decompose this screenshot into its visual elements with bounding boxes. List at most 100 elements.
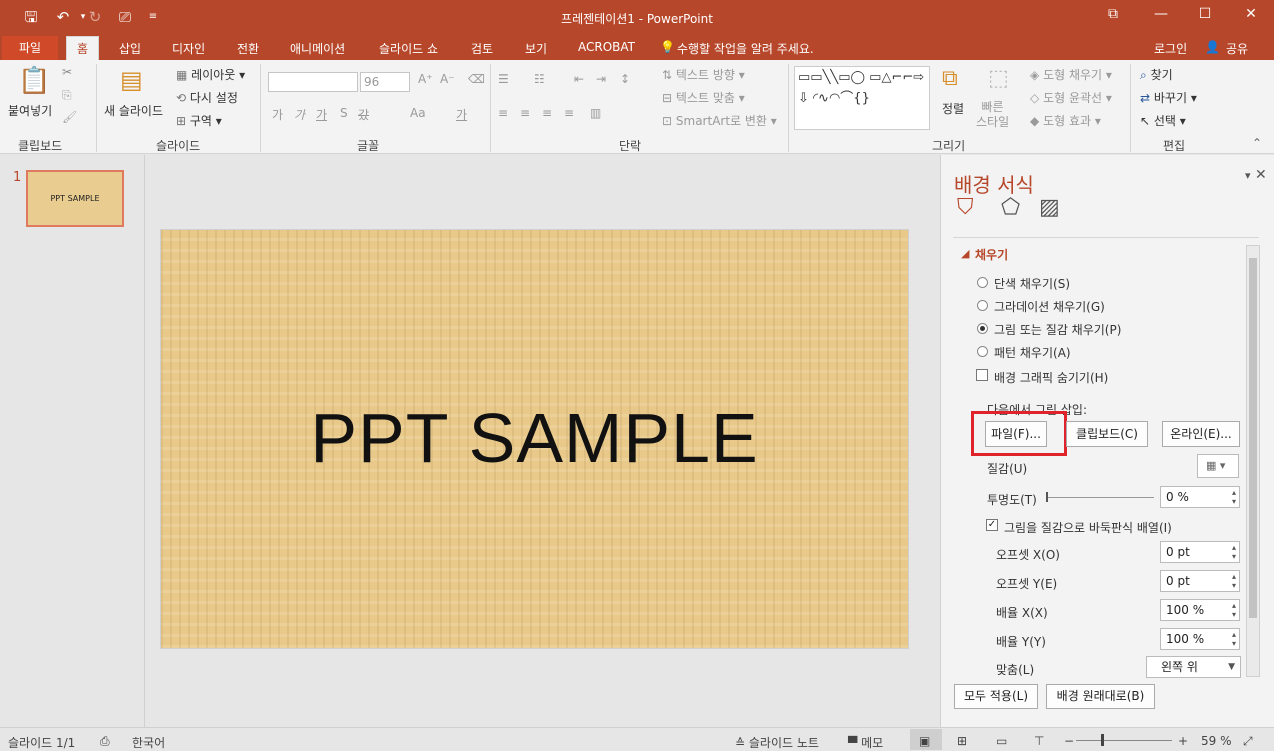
font-name-field[interactable] [268, 72, 358, 92]
bullets-icon[interactable]: ☰ [498, 72, 509, 86]
grow-font-icon[interactable]: A⁺ [418, 72, 433, 86]
section-button[interactable]: ⊞ 구역 ▾ [176, 112, 222, 129]
justify-icon[interactable]: ≡ [564, 106, 574, 120]
tab-file[interactable]: 파일 [2, 36, 58, 60]
slide-thumbnail[interactable]: PPT SAMPLE [26, 170, 124, 227]
collapse-section-icon[interactable]: ◢ [961, 247, 969, 260]
cut-icon[interactable]: ✂ [62, 65, 72, 79]
tab-transitions[interactable]: 전환 [237, 40, 259, 57]
new-slide-icon[interactable]: ▤ [120, 66, 143, 94]
shadow-button[interactable]: S [340, 106, 348, 120]
effects-pentagon-icon[interactable]: ⬠ [1001, 195, 1020, 220]
gradient-fill-radio[interactable] [977, 300, 988, 311]
alignment-dropdown[interactable]: 왼쪽 위 ▼ [1146, 656, 1241, 678]
align-left-icon[interactable]: ≡ [498, 106, 508, 120]
pane-options-icon[interactable]: ▾ [1245, 169, 1251, 182]
text-direction-button[interactable]: ⇅ 텍스트 방향 ▾ [662, 66, 745, 83]
tile-checkbox[interactable]: ✓ [986, 519, 998, 531]
shape-fill-button[interactable]: ◈ 도형 채우기 ▾ [1030, 66, 1112, 83]
underline-button[interactable]: 가 [316, 106, 327, 123]
reset-button[interactable]: ⟲ 다시 설정 [176, 89, 238, 106]
clear-format-icon[interactable]: ⌫ [468, 72, 485, 86]
tile-label[interactable]: 그림을 질감으로 바둑판식 배열(I) [1004, 519, 1172, 536]
fill-section-header[interactable]: 채우기 [975, 246, 1008, 263]
collapse-ribbon-icon[interactable]: ⌃ [1252, 136, 1262, 150]
scrollbar-thumb[interactable] [1249, 258, 1257, 618]
tell-me-box[interactable]: 수행할 작업을 알려 주세요. [677, 40, 814, 57]
zoom-slider[interactable] [1076, 740, 1172, 741]
arrange-icon[interactable]: ⧉ [942, 66, 958, 91]
scale-y-input[interactable]: 100 % [1160, 628, 1240, 650]
reading-view-icon[interactable]: ▭ [996, 734, 1007, 748]
zoom-out-icon[interactable]: − [1064, 734, 1074, 748]
comments-button[interactable]: ▀ 메모 [848, 734, 883, 751]
transparency-input[interactable]: 0 % [1160, 486, 1240, 508]
pattern-fill-label[interactable]: 패턴 채우기(A) [994, 344, 1071, 361]
fit-to-window-icon[interactable]: ⤢ [1243, 734, 1253, 749]
tab-home[interactable]: 홈 [66, 36, 100, 60]
shape-outline-button[interactable]: ◇ 도형 윤곽선 ▾ [1030, 89, 1112, 106]
replace-button[interactable]: ⇄ 바꾸기 ▾ [1140, 89, 1197, 106]
spellcheck-icon[interactable]: ⎙ [100, 734, 110, 749]
tab-animations[interactable]: 애니메이션 [290, 40, 345, 57]
numbering-icon[interactable]: ☷ [534, 72, 545, 86]
zoom-slider-handle[interactable] [1101, 734, 1104, 746]
texture-dropdown[interactable]: ▦ ▾ [1197, 454, 1239, 478]
solid-fill-radio[interactable] [977, 277, 988, 288]
picture-icon[interactable]: ▨ [1039, 195, 1060, 220]
decrease-indent-icon[interactable]: ⇤ [574, 72, 584, 86]
find-button[interactable]: ⌕ 찾기 [1140, 66, 1173, 83]
tab-design[interactable]: 디자인 [172, 40, 205, 57]
new-slide-button[interactable]: 새 슬라이드 [104, 102, 163, 119]
bold-button[interactable]: 가 [272, 106, 283, 123]
pane-scrollbar[interactable] [1246, 245, 1260, 677]
pattern-fill-radio[interactable] [977, 346, 988, 357]
minimize-icon[interactable]: — [1146, 6, 1176, 22]
offset-x-input[interactable]: 0 pt [1160, 541, 1240, 563]
share-button[interactable]: 공유 [1226, 40, 1248, 57]
layout-button[interactable]: ▦ 레이아웃 ▾ [176, 66, 245, 83]
slideshow-icon[interactable]: ⊤ [1034, 734, 1044, 748]
hide-bg-graphics-checkbox[interactable] [976, 369, 988, 381]
picture-texture-fill-label[interactable]: 그림 또는 질감 채우기(P) [994, 321, 1121, 338]
quick-styles-button[interactable]: 빠른 스타일 [976, 100, 1009, 130]
italic-button[interactable]: 가 [294, 106, 305, 123]
gradient-fill-label[interactable]: 그라데이션 채우기(G) [994, 298, 1105, 315]
shrink-font-icon[interactable]: A⁻ [440, 72, 455, 86]
clipboard-button[interactable]: 클립보드(C) [1066, 421, 1148, 447]
solid-fill-label[interactable]: 단색 채우기(S) [994, 275, 1070, 292]
zoom-in-icon[interactable]: + [1178, 734, 1188, 748]
normal-view-icon[interactable]: ▣ [919, 734, 930, 748]
shape-effects-button[interactable]: ◆ 도형 효과 ▾ [1030, 112, 1101, 129]
font-color-button[interactable]: 가 [456, 106, 467, 123]
font-size-field[interactable]: 96 [360, 72, 410, 92]
close-icon[interactable]: ✕ [1236, 6, 1266, 22]
notes-button[interactable]: ≙ 슬라이드 노트 [735, 734, 819, 751]
slide-canvas[interactable]: PPT SAMPLE [160, 229, 909, 649]
increase-indent-icon[interactable]: ⇥ [596, 72, 606, 86]
login-link[interactable]: 로그인 [1154, 40, 1187, 57]
transparency-slider[interactable] [1046, 497, 1154, 498]
language-indicator[interactable]: 한국어 [132, 734, 165, 751]
reset-background-button[interactable]: 배경 원래대로(B) [1046, 684, 1155, 709]
tab-slideshow[interactable]: 슬라이드 쇼 [379, 40, 438, 57]
align-right-icon[interactable]: ≡ [542, 106, 552, 120]
quick-styles-icon[interactable]: ⬚ [988, 66, 1009, 91]
zoom-level[interactable]: 59 % [1201, 734, 1232, 748]
align-text-button[interactable]: ⊟ 텍스트 맞춤 ▾ [662, 89, 745, 106]
fill-bucket-icon[interactable]: ⛉ [957, 195, 974, 220]
change-case-button[interactable]: Aa [410, 106, 426, 120]
line-spacing-icon[interactable]: ↕ [620, 72, 630, 86]
format-painter-icon[interactable]: 🖌 [62, 110, 77, 124]
scale-x-input[interactable]: 100 % [1160, 599, 1240, 621]
columns-icon[interactable]: ▥ [590, 106, 601, 120]
apply-all-button[interactable]: 모두 적용(L) [954, 684, 1038, 709]
hide-bg-graphics-label[interactable]: 배경 그래픽 숨기기(H) [994, 369, 1108, 386]
paste-icon[interactable]: 📋 [18, 66, 50, 96]
align-center-icon[interactable]: ≡ [520, 106, 530, 120]
offset-y-input[interactable]: 0 pt [1160, 570, 1240, 592]
copy-icon[interactable]: ⎘ [62, 88, 72, 103]
ribbon-display-options-icon[interactable]: ⧉ [1098, 6, 1128, 22]
tab-review[interactable]: 검토 [471, 40, 493, 57]
paste-button[interactable]: 붙여넣기 [8, 102, 52, 119]
